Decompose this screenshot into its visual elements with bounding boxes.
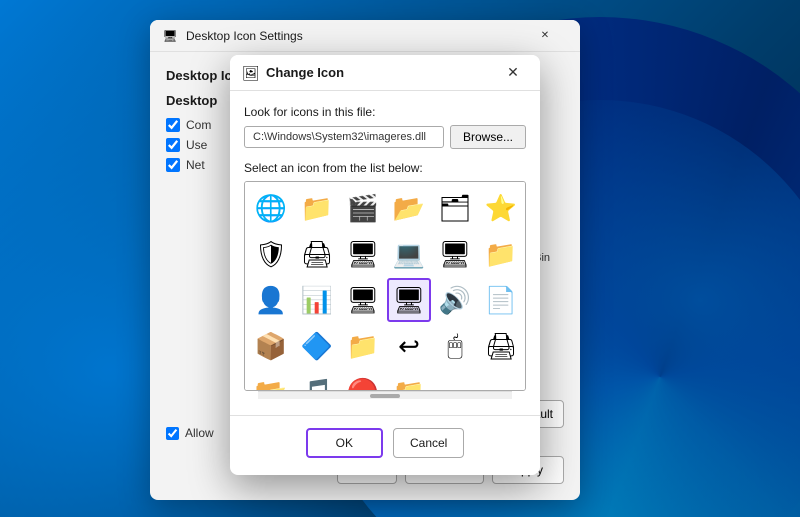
icon-cell[interactable]: 🛡 [249, 232, 293, 276]
checkbox-computer[interactable] [166, 118, 180, 132]
icon-cell[interactable]: 🌐 [249, 186, 293, 230]
icon-cell[interactable]: 🖱 [433, 324, 477, 368]
dialog-ok-button[interactable]: OK [306, 428, 383, 458]
dialog-bottom-buttons: OK Cancel [230, 415, 540, 468]
browse-button[interactable]: Browse... [450, 125, 526, 149]
icon-cell[interactable]: 🖥 [341, 232, 385, 276]
settings-window-icon: 🖥 [162, 28, 178, 44]
icon-grid-container[interactable]: 🌐📁🎬📂🗂⭐🛡🖨🖥💻🖥📁👤📊🖥🖥🔊📄📦🔷📁↩🖱🖨📂🎵⛔📁 [244, 181, 526, 391]
icon-cell[interactable]: 📦 [249, 324, 293, 368]
file-path-input[interactable] [244, 126, 444, 148]
icon-cell[interactable]: 💻 [387, 232, 431, 276]
dialog-icon: 🖼 [242, 65, 258, 81]
checkbox-user[interactable] [166, 138, 180, 152]
icon-cell[interactable]: 📊 [295, 278, 339, 322]
icon-cell[interactable]: 📂 [387, 186, 431, 230]
allow-checkbox[interactable] [166, 427, 179, 440]
icon-grid: 🌐📁🎬📂🗂⭐🛡🖨🖥💻🖥📁👤📊🖥🖥🔊📄📦🔷📁↩🖱🖨📂🎵⛔📁 [249, 186, 521, 391]
checkbox-user-label: Use [186, 138, 207, 152]
icon-cell[interactable]: 🖥 [433, 232, 477, 276]
checkbox-network[interactable] [166, 158, 180, 172]
select-icon-label: Select an icon from the list below: [244, 161, 526, 175]
icon-cell[interactable]: 🖥 [387, 278, 431, 322]
icon-cell[interactable]: ⭐ [479, 186, 523, 230]
look-for-label: Look for icons in this file: [244, 105, 526, 119]
allow-label: Allow [185, 426, 214, 440]
icon-cell[interactable]: ⛔ [341, 370, 385, 391]
desktop-settings-title: Desktop Icon Settings [186, 29, 522, 43]
change-icon-dialog: 🖼 Change Icon ✕ Look for icons in this f… [230, 55, 540, 475]
checkbox-computer-label: Com [186, 118, 211, 132]
dialog-content: Look for icons in this file: Browse... S… [230, 91, 540, 409]
dialog-close-button[interactable]: ✕ [498, 58, 528, 88]
icon-cell[interactable]: ↩ [387, 324, 431, 368]
scrollbar-thumb [370, 394, 400, 398]
icon-cell[interactable]: 🖨 [295, 232, 339, 276]
close-button[interactable]: ✕ [522, 20, 568, 52]
window-controls: — □ ✕ [522, 20, 568, 52]
icon-cell[interactable]: 📁 [295, 186, 339, 230]
icon-cell[interactable]: 📂 [249, 370, 293, 391]
icon-cell[interactable]: 🎬 [341, 186, 385, 230]
file-input-row: Browse... [244, 125, 526, 149]
allow-area: Allow [166, 426, 214, 440]
dialog-titlebar: 🖼 Change Icon ✕ [230, 55, 540, 91]
icon-cell[interactable]: 🔊 [433, 278, 477, 322]
icon-cell[interactable]: 🖨 [479, 324, 523, 368]
icon-cell[interactable]: 📄 [479, 278, 523, 322]
icon-cell[interactable]: 📁 [479, 232, 523, 276]
checkbox-network-label: Net [186, 158, 205, 172]
dialog-cancel-button[interactable]: Cancel [393, 428, 464, 458]
icon-cell[interactable]: 👤 [249, 278, 293, 322]
icon-cell[interactable]: 🔷 [295, 324, 339, 368]
window-titlebar: 🖥 Desktop Icon Settings — □ ✕ [150, 20, 580, 52]
icon-cell[interactable]: 🖥 [341, 278, 385, 322]
icon-cell[interactable]: 🎵 [295, 370, 339, 391]
icon-cell[interactable]: 📁 [341, 324, 385, 368]
change-icon-title: Change Icon [266, 65, 498, 80]
dialog-scrollbar [258, 391, 512, 399]
icon-cell[interactable]: 🗂 [433, 186, 477, 230]
icon-cell[interactable]: 📁 [387, 370, 431, 391]
